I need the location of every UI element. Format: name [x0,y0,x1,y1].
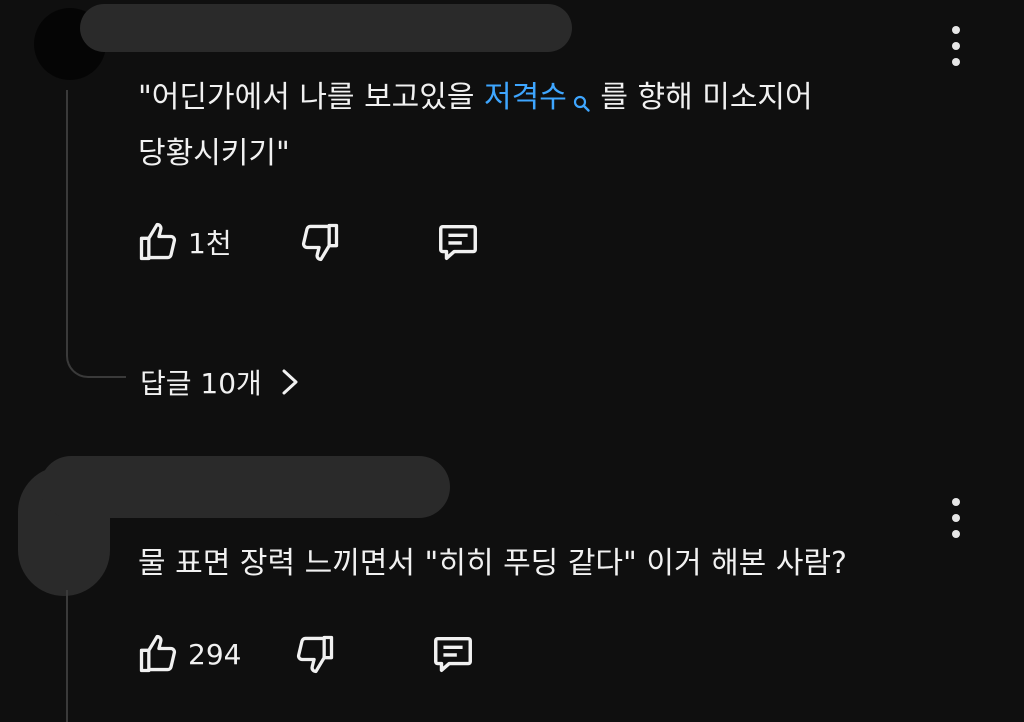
thumb-down-icon [297,635,334,674]
comment-actions: 294 [134,630,477,678]
like-count: 1천 [188,227,232,260]
dislike-button[interactable] [291,630,339,678]
more-options-button[interactable] [946,498,966,538]
comment-actions: 1천 [134,218,482,266]
like-button[interactable] [134,218,182,266]
like-button[interactable] [134,630,182,678]
more-options-button[interactable] [946,26,966,66]
comment-icon [438,224,477,261]
replies-label: 답글 10개 [140,367,262,400]
chevron-right-icon [282,369,298,395]
dislike-button[interactable] [296,218,344,266]
comment-body: "어딘가에서 나를 보고있을 저격수 를 향해 미소지어 [138,70,813,126]
view-replies-button[interactable]: 답글 10개 [140,362,300,402]
comment-text-before: "어딘가에서 나를 보고있을 [138,80,485,115]
thumb-up-icon [139,634,177,673]
thread-connector [66,90,126,378]
search-icon [573,76,591,112]
redacted-username [80,4,572,52]
hashtag-link[interactable]: 저격수 [484,80,591,115]
redacted-username [40,456,450,518]
reply-button[interactable] [434,218,482,266]
thumb-down-icon [301,223,338,262]
comment-body: 물 표면 장력 느끼면서 "히히 푸딩 같다" 이거 해본 사람? [138,546,847,581]
like-count: 294 [188,637,242,671]
comment-body-line2: 당황시키기" [138,136,290,171]
comment-text-after: 를 향해 미소지어 [590,80,813,115]
reply-button[interactable] [429,630,477,678]
thumb-up-icon [139,222,177,261]
thread-connector [66,590,68,722]
comment-icon [434,636,473,673]
